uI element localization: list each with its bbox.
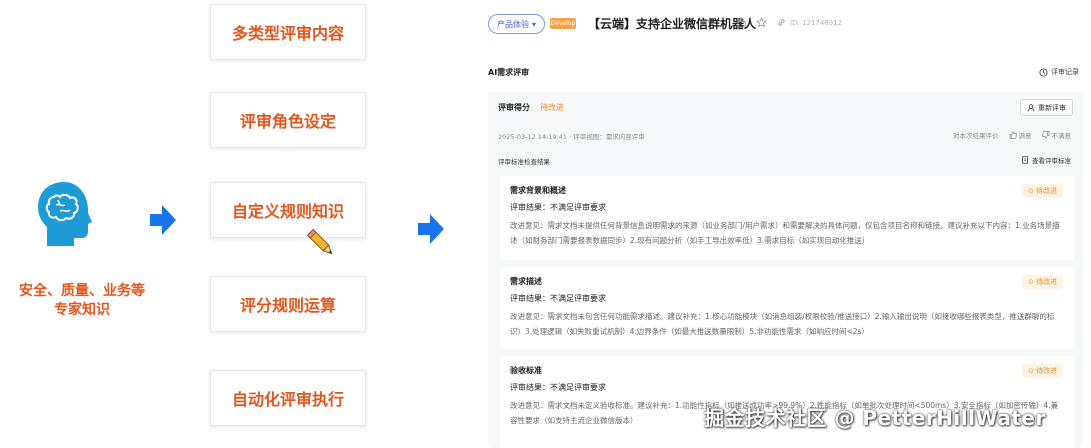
document-icon: [1022, 156, 1028, 164]
review-meta: 2025-03-12 14:19:41 · 评审视图：需求内容评审: [498, 133, 645, 141]
thumbs-down-icon: [1041, 131, 1049, 139]
watermark: 掘金技术社区 @ PetterHillWater: [704, 406, 1046, 430]
step-review-role: 评审角色设定: [210, 92, 366, 148]
status-badge-label: 待改进: [1036, 278, 1057, 286]
step-multi-type-content: 多类型评审内容: [210, 4, 366, 60]
status-badge: ⊙ 待改进: [1022, 364, 1063, 378]
star-icon[interactable]: [756, 17, 767, 28]
issue-result: 评审结果：不满足评审要求: [510, 203, 606, 212]
status-badge-label: 待改进: [1036, 367, 1057, 375]
arrow-right-icon: [418, 214, 444, 244]
lock-icon[interactable]: [736, 17, 747, 28]
step-scoring-rules: 评分规则运算: [210, 276, 366, 332]
score-label: 评审得分: [498, 103, 530, 112]
review-card: 评审得分 待改进 重新评审 2025-03-12 14:19:41 · 评审视图…: [488, 92, 1083, 448]
issue-name: 需求描述: [510, 277, 542, 286]
chevron-down-icon: ▾: [532, 19, 537, 29]
section-title: AI需求评审: [488, 68, 530, 77]
issue-item: 需求背景和概述 ⊙ 待改进 评审结果：不满足评审要求 改进意见：需求文档未提供任何…: [500, 176, 1075, 260]
dislike-label: 不满意: [1051, 132, 1072, 140]
like-button[interactable]: 满意: [1009, 130, 1032, 140]
check-result-title: 评审标准检查结果: [498, 158, 550, 166]
page-title: 【云端】支持企业微信群机器人: [588, 17, 757, 31]
review-history-label: 评审记录: [1051, 68, 1079, 76]
view-standard-label: 查看评审标准: [1032, 157, 1071, 165]
issue-name: 验收标准: [510, 366, 542, 375]
brain-head-icon: [38, 182, 92, 246]
issue-advice: 改进意见：需求文档未包含任何功能需求描述。建议补充：1.核心功能模块（如消息组装…: [510, 312, 1055, 336]
product-tag-dropdown[interactable]: 产品体验 ▾: [488, 14, 546, 34]
status-tag: Develop: [550, 18, 576, 29]
pencil-icon: [306, 228, 333, 255]
rerun-review-label: 重新评审: [1038, 103, 1066, 112]
warning-icon: ⊙: [1028, 278, 1034, 286]
doc-id: ID: 121748312: [790, 19, 843, 27]
status-badge: ⊙ 待改进: [1022, 275, 1063, 289]
issue-result: 评审结果：不满足评审要求: [510, 383, 606, 392]
dislike-button[interactable]: 不满意: [1041, 130, 1072, 140]
status-badge: ⊙ 待改进: [1022, 184, 1063, 198]
issue-result: 评审结果：不满足评审要求: [510, 294, 606, 303]
view-standard-link[interactable]: 查看评审标准: [1021, 155, 1071, 165]
warning-icon: ⊙: [1028, 367, 1034, 375]
warning-icon: ⊙: [1028, 187, 1034, 195]
rerun-review-button[interactable]: 重新评审: [1020, 99, 1073, 116]
issue-item: 需求描述 ⊙ 待改进 评审结果：不满足评审要求 改进意见：需求文档未包含任何功能需…: [500, 267, 1075, 349]
title-actions: [736, 17, 787, 28]
arrow-right-icon: [150, 205, 176, 235]
feedback-bar: 对本次结果评价 满意 不满意: [953, 130, 1071, 140]
like-label: 满意: [1018, 132, 1032, 140]
issue-name: 需求背景和概述: [510, 186, 566, 195]
score-value: 待改进: [540, 103, 564, 112]
issue-advice: 改进意见：需求文档未提供任何背景信息说明需求的来源（如业务部门/用户需求）和需要…: [510, 221, 1060, 245]
clock-icon: [1039, 67, 1048, 77]
link-icon[interactable]: [776, 17, 787, 28]
status-badge-label: 待改进: [1036, 187, 1057, 195]
product-tag-label: 产品体验: [497, 19, 529, 29]
user-icon: [1027, 103, 1035, 112]
step-auto-execute: 自动化评审执行: [210, 370, 366, 426]
step-custom-rules: 自定义规则知识: [210, 182, 366, 238]
ai-review-panel: 产品体验 ▾ Develop 【云端】支持企业微信群机器人 ID: 121748…: [470, 0, 1091, 448]
feedback-prompt: 对本次结果评价: [953, 132, 999, 140]
thumbs-up-icon: [1009, 131, 1017, 139]
review-history-link[interactable]: 评审记录: [1039, 67, 1079, 77]
expert-knowledge-label: 安全、质量、业务等 专家知识: [19, 283, 145, 318]
